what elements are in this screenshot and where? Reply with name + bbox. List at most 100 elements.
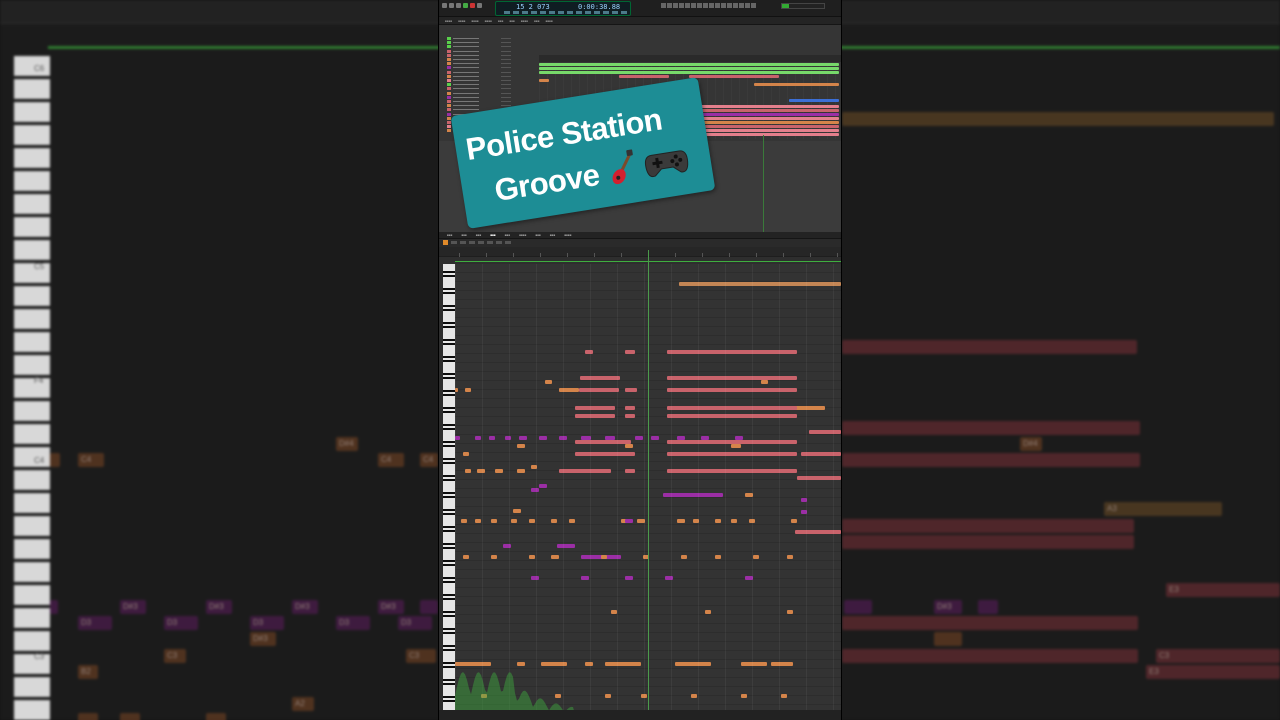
menu-item[interactable]: ■■■■ <box>458 17 465 24</box>
midi-note[interactable] <box>465 388 471 392</box>
tool-icon[interactable] <box>685 3 690 8</box>
track-row[interactable] <box>441 83 537 87</box>
track-controls[interactable] <box>501 88 511 90</box>
editor-ruler[interactable] <box>439 247 841 257</box>
midi-note[interactable] <box>575 440 631 444</box>
midi-note[interactable] <box>551 555 559 559</box>
tool-icon[interactable] <box>691 3 696 8</box>
tool-icon[interactable] <box>733 3 738 8</box>
menu-item[interactable]: ■■■■ <box>546 17 553 24</box>
midi-note[interactable] <box>667 350 797 354</box>
track-controls[interactable] <box>501 75 511 77</box>
midi-note[interactable] <box>791 519 797 523</box>
midi-note[interactable] <box>801 452 841 456</box>
menu-item[interactable]: ■■■ <box>534 17 539 24</box>
midi-note[interactable] <box>681 555 687 559</box>
forward-button[interactable] <box>449 3 454 8</box>
midi-note[interactable] <box>677 519 685 523</box>
midi-note[interactable] <box>575 406 615 410</box>
editor-tab[interactable]: ■■■ <box>476 232 481 238</box>
track-row[interactable] <box>441 58 537 61</box>
midi-note[interactable] <box>475 436 481 440</box>
midi-note[interactable] <box>461 519 467 523</box>
piano-keyboard[interactable] <box>443 264 455 720</box>
midi-note[interactable] <box>761 380 768 384</box>
track-controls[interactable] <box>501 71 511 73</box>
tool-icon[interactable] <box>715 3 720 8</box>
track-row[interactable] <box>441 79 537 82</box>
midi-note[interactable] <box>667 388 797 392</box>
arrange-region[interactable] <box>539 63 839 66</box>
midi-note[interactable] <box>569 519 575 523</box>
midi-note[interactable] <box>519 436 527 440</box>
menu-item[interactable]: ■■■■ <box>445 17 452 24</box>
midi-note[interactable] <box>625 406 635 410</box>
midi-note[interactable] <box>575 452 635 456</box>
tool-icon[interactable] <box>709 3 714 8</box>
tool-icon[interactable] <box>697 3 702 8</box>
track-controls[interactable] <box>501 54 511 56</box>
midi-note[interactable] <box>601 555 607 559</box>
menu-item[interactable]: ■■■■ <box>521 17 528 24</box>
tool-icon[interactable] <box>667 3 672 8</box>
arrange-ruler[interactable] <box>539 55 841 62</box>
midi-note[interactable] <box>511 519 517 523</box>
track-controls[interactable] <box>501 96 511 98</box>
track-controls[interactable] <box>501 63 511 65</box>
track-controls[interactable] <box>501 80 511 81</box>
track-controls[interactable] <box>501 42 511 44</box>
midi-note[interactable] <box>787 555 793 559</box>
menu-item[interactable]: ■■■ <box>498 17 503 24</box>
midi-note[interactable] <box>559 469 611 473</box>
midi-note[interactable] <box>667 414 797 418</box>
midi-note[interactable] <box>667 406 797 410</box>
midi-note[interactable] <box>505 436 511 440</box>
midi-note[interactable] <box>667 376 797 380</box>
midi-note[interactable] <box>495 469 503 473</box>
midi-note[interactable] <box>475 519 481 523</box>
midi-note[interactable] <box>559 388 579 392</box>
tool-icon[interactable] <box>745 3 750 8</box>
midi-note[interactable] <box>517 444 525 448</box>
track-row[interactable] <box>441 49 537 53</box>
arrange-region[interactable] <box>754 83 839 86</box>
midi-note[interactable] <box>477 469 485 473</box>
track-controls[interactable] <box>501 46 511 48</box>
tool-icon[interactable] <box>727 3 732 8</box>
midi-note[interactable] <box>545 380 552 384</box>
midi-note[interactable] <box>581 576 589 580</box>
editor-tab[interactable]: ■■■ <box>535 232 540 238</box>
midi-note[interactable] <box>809 430 841 434</box>
tool-icon[interactable] <box>673 3 678 8</box>
arrange-region[interactable] <box>539 79 549 82</box>
tool-icon[interactable] <box>703 3 708 8</box>
arrange-region[interactable] <box>619 75 669 78</box>
midi-note[interactable] <box>551 519 557 523</box>
midi-note[interactable] <box>663 493 723 497</box>
track-row[interactable] <box>441 87 537 91</box>
tool-icon[interactable] <box>679 3 684 8</box>
editor-tab[interactable]: ■■■ <box>505 232 510 238</box>
midi-note[interactable] <box>625 350 635 354</box>
track-row[interactable] <box>441 66 537 70</box>
track-controls[interactable] <box>501 38 511 39</box>
midi-note[interactable] <box>705 610 711 614</box>
transport-buttons[interactable] <box>442 3 482 8</box>
track-row[interactable] <box>441 100 537 103</box>
midi-note[interactable] <box>715 519 721 523</box>
midi-note[interactable] <box>625 444 633 448</box>
midi-note[interactable] <box>517 469 525 473</box>
midi-note[interactable] <box>635 436 643 440</box>
tool-icon[interactable] <box>721 3 726 8</box>
track-row[interactable] <box>441 37 537 40</box>
tool-icon[interactable] <box>751 3 756 8</box>
menu-item[interactable]: ■■■ <box>509 17 514 24</box>
midi-note[interactable] <box>463 452 469 456</box>
arrange-region[interactable] <box>539 71 839 74</box>
midi-note[interactable] <box>731 444 741 448</box>
midi-note[interactable] <box>625 414 635 418</box>
midi-note[interactable] <box>679 282 841 286</box>
midi-note[interactable] <box>539 436 547 440</box>
midi-note[interactable] <box>731 519 737 523</box>
track-row[interactable] <box>441 62 537 66</box>
